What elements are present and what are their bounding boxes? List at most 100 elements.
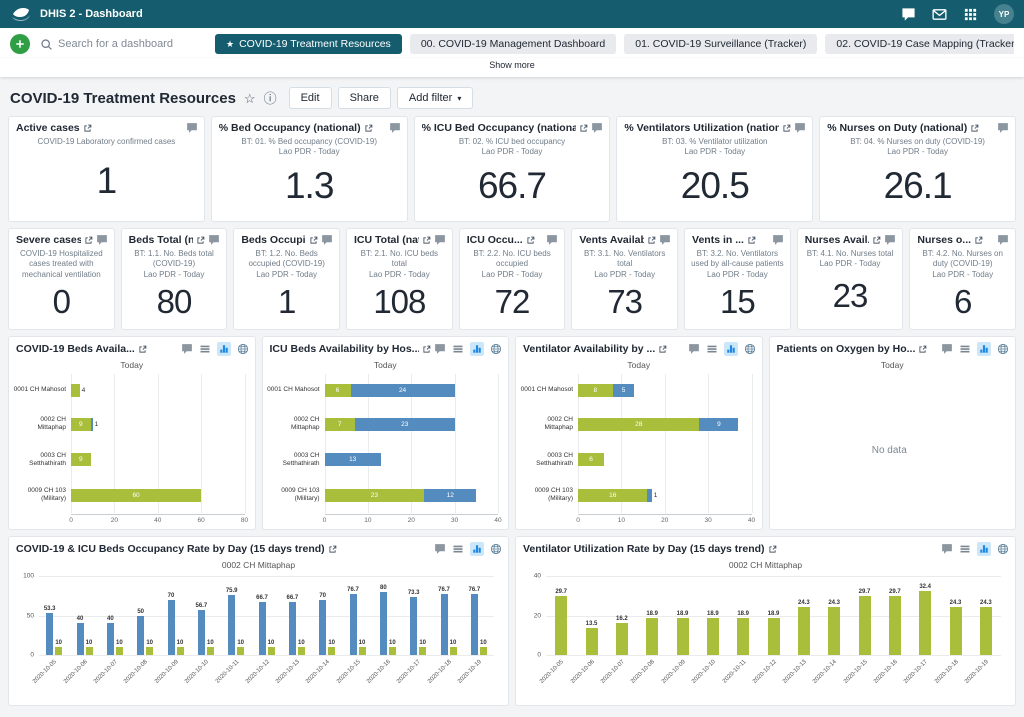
open-in-app-icon[interactable] [309,236,318,245]
star-dashboard-icon[interactable]: ☆ [244,92,256,105]
comment-icon[interactable] [884,234,896,246]
chart-view-icon[interactable] [470,542,484,556]
open-in-app-icon[interactable] [872,236,881,245]
table-view-icon[interactable] [959,543,971,555]
comment-icon[interactable] [434,543,446,555]
kpi-card-icu-total: ICU Total (nat... BT: 2.1. No. ICU beds … [346,228,453,330]
open-in-app-icon[interactable] [782,124,791,133]
comment-icon[interactable] [546,234,558,246]
open-in-app-icon[interactable] [647,236,656,245]
chart-card-patients-on-oxygen: Patients on Oxygen by Ho... Today No dat… [769,336,1017,530]
table-view-icon[interactable] [452,543,464,555]
open-in-app-icon[interactable] [526,236,535,245]
show-more-link[interactable]: Show more [489,60,535,70]
comment-icon[interactable] [997,122,1009,134]
map-view-icon[interactable] [490,343,502,355]
chip-label: 02. COVID-19 Case Mapping (Tracker) [836,38,1014,50]
page-title: COVID-19 Treatment Resources [10,90,236,107]
comment-icon[interactable] [186,122,198,134]
table-view-icon[interactable] [959,343,971,355]
comment-icon[interactable] [208,234,220,246]
app-title: DHIS 2 - Dashboard [40,8,143,20]
comment-icon[interactable] [434,343,446,355]
table-view-icon[interactable] [452,343,464,355]
dashboard-chip-surveillance[interactable]: 01. COVID-19 Surveillance (Tracker) [624,34,817,54]
card-title: Ventilator Utilization Rate by Day (15 d… [523,543,765,555]
comment-icon[interactable] [591,122,603,134]
dashboard-chip-treatment-resources[interactable]: ★COVID-19 Treatment Resources [215,34,402,54]
open-in-app-icon[interactable] [970,124,979,133]
kpi-card-vents-in-use: Vents in ... BT: 3.2. No. Ventilators us… [684,228,791,330]
comment-icon[interactable] [659,234,671,246]
dashboard-search-input[interactable] [58,38,193,50]
comment-icon[interactable] [794,122,806,134]
open-in-app-icon[interactable] [658,345,667,354]
user-avatar[interactable]: YP [994,4,1014,24]
messages-icon[interactable] [932,7,947,22]
map-view-icon[interactable] [997,543,1009,555]
interpretations-icon[interactable] [901,7,916,22]
kpi-value: 15 [685,280,790,329]
card-title: % ICU Bed Occupancy (national) [422,122,577,134]
chip-label: 00. COVID-19 Management Dashboard [421,38,605,50]
comment-icon[interactable] [389,122,401,134]
chart-period: Today [263,356,509,370]
open-in-app-icon[interactable] [422,345,431,354]
kpi-card-nurses-on-duty: % Nurses on Duty (national) BT: 04. % Nu… [819,116,1016,222]
comment-icon[interactable] [321,234,333,246]
chart-view-icon[interactable] [977,542,991,556]
table-view-icon[interactable] [199,343,211,355]
chart-view-icon[interactable] [724,342,738,356]
map-view-icon[interactable] [490,543,502,555]
open-in-app-icon[interactable] [328,545,337,554]
open-in-app-icon[interactable] [747,236,756,245]
apps-icon[interactable] [963,7,978,22]
comment-icon[interactable] [688,343,700,355]
kpi-card-icu-occupied: ICU Occu... BT: 2.2. No. ICU beds occupi… [459,228,566,330]
card-title: Nurses Avail... [805,234,870,246]
open-in-app-icon[interactable] [768,545,777,554]
map-view-icon[interactable] [997,343,1009,355]
open-in-app-icon[interactable] [918,345,927,354]
dhis2-logo-icon[interactable] [10,7,32,21]
chart-card-occupancy-trend: COVID-19 & ICU Beds Occupancy Rate by Da… [8,536,509,706]
open-in-app-icon[interactable] [579,124,588,133]
kpi-value: 80 [122,280,227,329]
comment-icon[interactable] [941,543,953,555]
new-dashboard-button[interactable] [10,34,30,54]
map-view-icon[interactable] [237,343,249,355]
comment-icon[interactable] [434,234,446,246]
comment-icon[interactable] [96,234,108,246]
chart-view-icon[interactable] [977,342,991,356]
open-in-app-icon[interactable] [364,124,373,133]
comment-icon[interactable] [941,343,953,355]
kpi-period: Lao PDR - Today [466,270,559,280]
info-icon[interactable]: ⓘ [264,92,277,105]
comment-icon[interactable] [997,234,1009,246]
kpi-card-bed-occupancy: % Bed Occupancy (national) BT: 01. % Bed… [211,116,408,222]
kpi-value: 108 [347,280,452,329]
card-title: Nurses o... [917,234,971,246]
open-in-app-icon[interactable] [83,124,92,133]
open-in-app-icon[interactable] [974,236,983,245]
chart-view-icon[interactable] [217,342,231,356]
comment-icon[interactable] [772,234,784,246]
dashboard-chip-case-mapping[interactable]: 02. COVID-19 Case Mapping (Tracker) [825,34,1014,54]
open-in-app-icon[interactable] [422,236,431,245]
dashboard-chip-management[interactable]: 00. COVID-19 Management Dashboard [410,34,616,54]
add-filter-button[interactable]: Add filter▾ [397,87,473,109]
open-in-app-icon[interactable] [196,236,205,245]
table-view-icon[interactable] [706,343,718,355]
open-in-app-icon[interactable] [84,236,93,245]
chip-label: 01. COVID-19 Surveillance (Tracker) [635,38,806,50]
comment-icon[interactable] [181,343,193,355]
open-in-app-icon[interactable] [138,345,147,354]
top-bar: DHIS 2 - Dashboard YP [0,0,1024,28]
share-button[interactable]: Share [338,87,391,109]
edit-button[interactable]: Edit [289,87,332,109]
map-view-icon[interactable] [744,343,756,355]
chart-view-icon[interactable] [470,342,484,356]
kpi-description: BT: 04. % Nurses on duty (COVID-19) [826,137,1009,147]
chart-card-beds-availability: COVID-19 Beds Availa... Today 0001 CH Ma… [8,336,256,530]
dashboard-search[interactable] [40,38,205,51]
